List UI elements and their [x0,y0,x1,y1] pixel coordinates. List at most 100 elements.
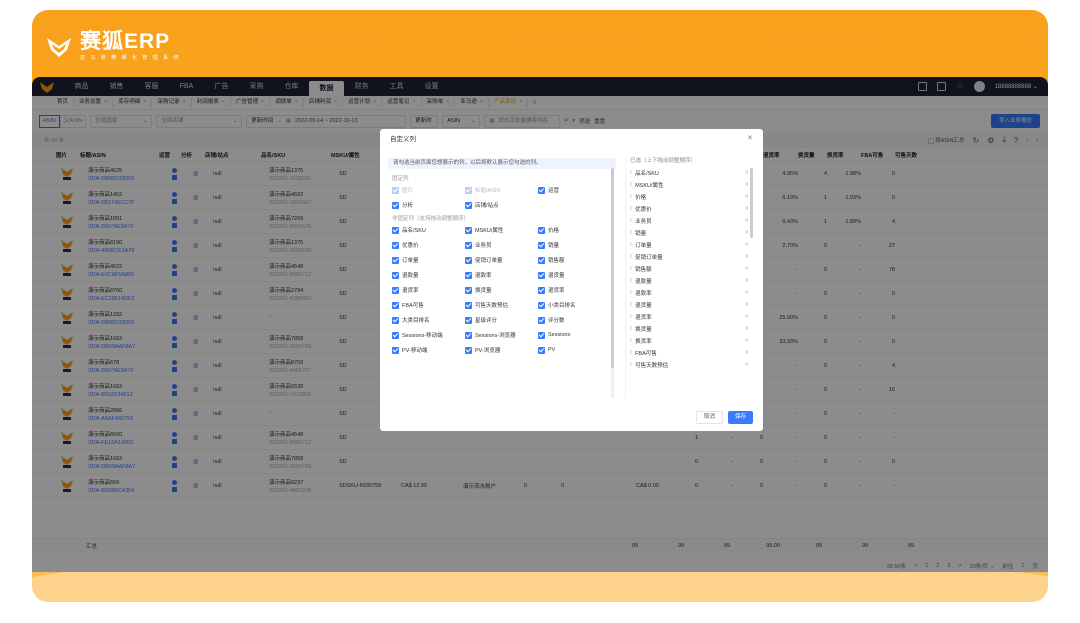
fixed-column-checkbox[interactable]: 运营 [538,186,611,194]
selected-column-item[interactable]: ⁞⁞ 价格 ✕ [626,191,755,203]
drag-handle-icon[interactable]: ⁞⁞ [630,206,632,212]
fixed-column-checkbox[interactable]: 店铺/站点 [465,201,538,209]
options-scrollbar[interactable] [611,158,614,398]
remove-icon[interactable]: ✕ [744,182,749,188]
column-checkbox[interactable]: 退货率 [392,286,465,294]
drag-handle-icon[interactable]: ⁞⁞ [630,362,632,368]
remove-icon[interactable]: ✕ [744,242,749,248]
column-checkbox[interactable]: PV [538,346,611,354]
selected-column-item[interactable]: ⁞⁞ 销量 ✕ [626,227,755,239]
selected-column-item[interactable]: ⁞⁞ 换货率 ✕ [626,335,755,347]
remove-icon[interactable]: ✕ [744,254,749,260]
fixed-section-title: 固定列 [392,176,409,182]
close-icon[interactable]: ✕ [747,134,753,142]
drag-handle-icon[interactable]: ⁞⁞ [630,326,632,332]
drag-handle-icon[interactable]: ⁞⁞ [630,290,632,296]
cancel-button[interactable]: 取消 [695,411,723,424]
remove-icon[interactable]: ✕ [744,170,749,176]
remove-icon[interactable]: ✕ [744,362,749,368]
drag-handle-icon[interactable]: ⁞⁞ [630,254,632,260]
remove-icon[interactable]: ✕ [744,338,749,344]
selected-column-item[interactable]: ⁞⁞ 销售额 ✕ [626,263,755,275]
drag-handle-icon[interactable]: ⁞⁞ [630,242,632,248]
drag-handle-icon[interactable]: ⁞⁞ [630,194,632,200]
column-checkbox[interactable]: 小类目排名 [538,301,611,309]
selected-column-item[interactable]: ⁞⁞ 品名/SKU ✕ [626,167,755,179]
selected-column-item[interactable]: ⁞⁞ 促销订单量 ✕ [626,251,755,263]
remove-icon[interactable]: ✕ [744,230,749,236]
column-checkbox[interactable]: 退货率 [538,286,611,294]
remove-icon[interactable]: ✕ [744,266,749,272]
checkbox-icon [392,256,399,264]
checkbox-icon [465,256,472,264]
remove-icon[interactable]: ✕ [744,194,749,200]
column-checkbox[interactable]: 退款量 [392,271,465,279]
column-checkbox[interactable]: MSKU/属性 [465,226,538,234]
column-checkbox[interactable]: Sessions-移动端 [392,331,465,339]
column-checkbox[interactable]: 星级评分 [465,316,538,324]
selected-scrollbar[interactable] [750,168,753,238]
column-checkbox[interactable]: 销量 [538,241,611,249]
remove-icon[interactable]: ✕ [744,302,749,308]
checkbox-icon [538,226,545,234]
fixed-column-checkbox[interactable]: 分析 [392,201,465,209]
selected-column-item[interactable]: ⁞⁞ 可售天数预估 ✕ [626,359,755,371]
selected-column-item[interactable]: ⁞⁞ 订单量 ✕ [626,239,755,251]
selected-label: 退款率 [635,291,652,297]
checkbox-label: 退货量 [548,273,565,279]
selected-column-item[interactable]: ⁞⁞ MSKU/属性 ✕ [626,179,755,191]
selected-column-item[interactable]: ⁞⁞ FBA可售 ✕ [626,347,755,359]
drag-handle-icon[interactable]: ⁞⁞ [630,230,632,236]
selected-column-item[interactable]: ⁞⁞ 优惠价 ✕ [626,203,755,215]
selected-column-item[interactable]: ⁞⁞ 退货量 ✕ [626,299,755,311]
column-checkbox[interactable]: 品名/SKU [392,226,465,234]
column-checkbox[interactable]: 优惠价 [392,241,465,249]
drag-handle-icon[interactable]: ⁞⁞ [630,218,632,224]
column-checkbox[interactable]: 换货量 [465,286,538,294]
column-checkbox[interactable]: 促销订单量 [465,256,538,264]
drag-handle-icon[interactable]: ⁞⁞ [630,182,632,188]
selected-column-item[interactable]: ⁞⁞ 业务员 ✕ [626,215,755,227]
remove-icon[interactable]: ✕ [744,206,749,212]
column-checkbox[interactable]: Sessions [538,331,611,339]
remove-icon[interactable]: ✕ [744,314,749,320]
column-checkbox[interactable]: Sessions-浏览器 [465,331,538,339]
drag-handle-icon[interactable]: ⁞⁞ [630,170,632,176]
drag-handle-icon[interactable]: ⁞⁞ [630,302,632,308]
column-checkbox[interactable]: 退货量 [538,271,611,279]
remove-icon[interactable]: ✕ [744,278,749,284]
drag-handle-icon[interactable]: ⁞⁞ [630,350,632,356]
remove-icon[interactable]: ✕ [744,218,749,224]
column-checkbox[interactable]: 评分数 [538,316,611,324]
remove-icon[interactable]: ✕ [744,326,749,332]
drag-handle-icon[interactable]: ⁞⁞ [630,338,632,344]
drag-handle-icon[interactable]: ⁞⁞ [630,314,632,320]
column-checkbox[interactable]: PV-移动端 [392,346,465,354]
checkbox-label: 订单量 [402,258,419,264]
selected-column-item[interactable]: ⁞⁞ 退款率 ✕ [626,287,755,299]
column-checkbox[interactable]: 订单量 [392,256,465,264]
drag-handle-icon[interactable]: ⁞⁞ [630,278,632,284]
selected-column-item[interactable]: ⁞⁞ 退货率 ✕ [626,311,755,323]
column-checkbox[interactable]: 业务员 [465,241,538,249]
brand: 赛狐ERP 亚 马 逊 精 细 化 管 理 系 统 [46,31,181,61]
selected-column-item[interactable]: ⁞⁞ 换货量 ✕ [626,323,755,335]
checkbox-icon [538,316,545,324]
column-checkbox[interactable]: FBA可售 [392,301,465,309]
selected-column-item[interactable]: ⁞⁞ 退款量 ✕ [626,275,755,287]
selected-label: 退货量 [635,303,652,309]
selected-label: 业务员 [635,219,652,225]
column-checkbox[interactable]: 大类目排名 [392,316,465,324]
column-checkbox[interactable]: 退款率 [465,271,538,279]
save-button[interactable]: 保存 [727,411,753,424]
remove-icon[interactable]: ✕ [744,290,749,296]
remove-icon[interactable]: ✕ [744,350,749,356]
drag-handle-icon[interactable]: ⁞⁞ [630,266,632,272]
column-checkbox[interactable]: PV-浏览器 [465,346,538,354]
column-checkbox[interactable]: 可售天数预估 [465,301,538,309]
checkbox-label: 大类目排名 [402,318,430,324]
column-checkbox[interactable]: 销售额 [538,256,611,264]
selected-label: 促销订单量 [635,255,663,261]
column-checkbox[interactable]: 价格 [538,226,611,234]
checkbox-icon [392,186,399,194]
